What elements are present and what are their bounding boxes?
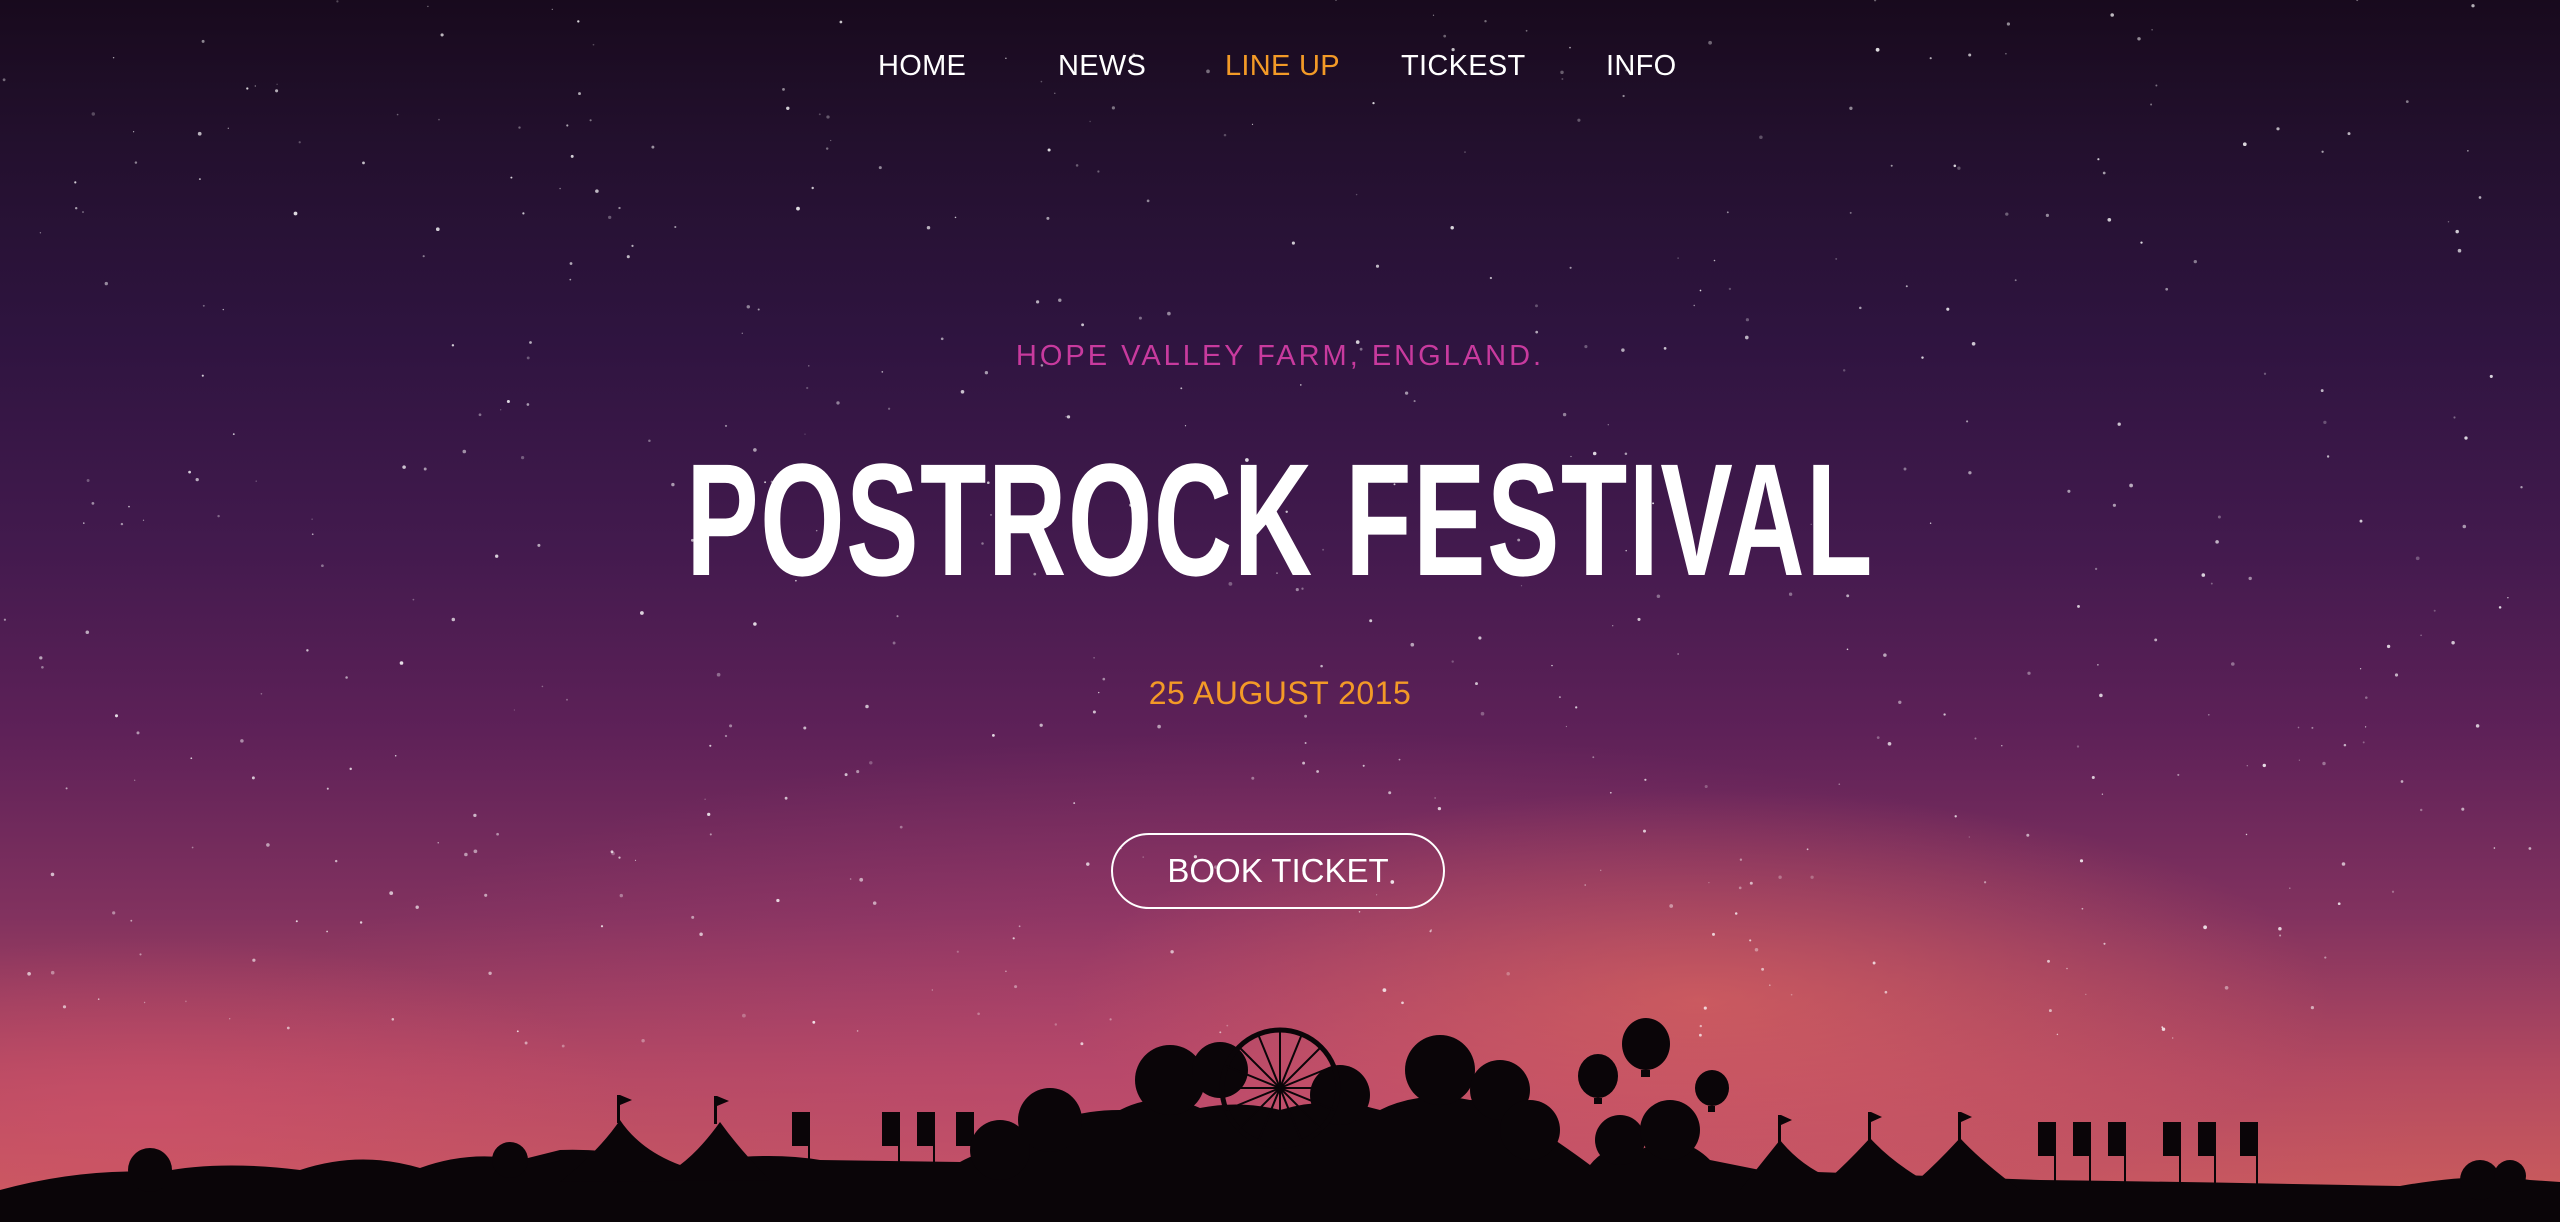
main-nav: HOME NEWS LINE UP TICKEST INFO — [0, 50, 2560, 90]
festival-silhouette-image — [0, 1018, 2560, 1222]
hero-section: HOME NEWS LINE UP TICKEST INFO HOPE VALL… — [0, 0, 2560, 1222]
event-location: HOPE VALLEY FARM, ENGLAND. — [1015, 340, 1545, 372]
nav-item-line-up[interactable]: LINE UP — [1225, 50, 1340, 83]
nav-item-tickets[interactable]: TICKEST — [1401, 50, 1526, 83]
book-ticket-button[interactable]: BOOK TICKET — [1111, 833, 1445, 909]
nav-item-news[interactable]: NEWS — [1058, 50, 1146, 83]
nav-item-info[interactable]: INFO — [1606, 50, 1676, 83]
event-date: 25 AUGUST 2015 — [1148, 675, 1412, 711]
nav-item-home[interactable]: HOME — [878, 50, 966, 83]
page-title: POSTROCK FESTIVAL — [686, 430, 1874, 609]
